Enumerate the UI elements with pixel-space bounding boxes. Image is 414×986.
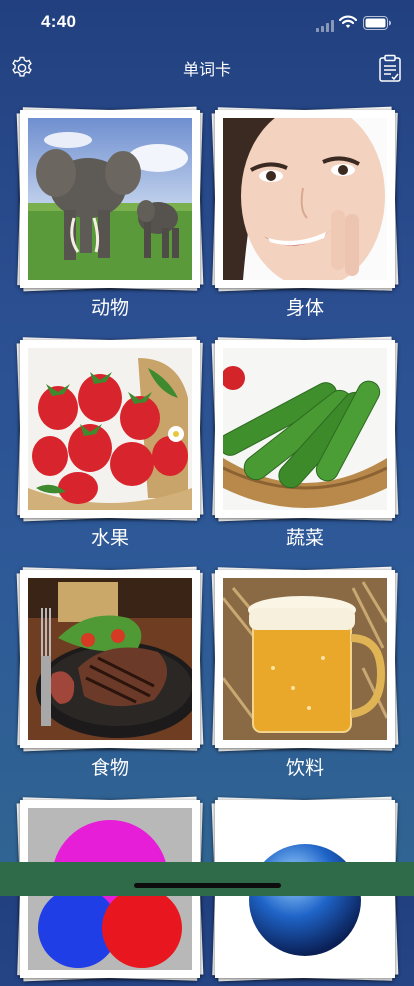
category-card-body[interactable]: 身体	[211, 106, 399, 320]
wifi-icon	[338, 14, 358, 33]
card-stack	[16, 336, 204, 522]
cellular-signal-icon	[316, 17, 334, 36]
status-bar: 4:40	[0, 0, 414, 47]
beer-mug-photo	[223, 578, 387, 740]
home-indicator[interactable]	[134, 883, 281, 888]
battery-icon	[363, 15, 391, 34]
card-stack	[211, 566, 399, 752]
clipboard-icon[interactable]	[378, 54, 402, 82]
status-time: 4:40	[41, 12, 77, 31]
category-label: 蔬菜	[285, 527, 324, 549]
card-stack	[211, 106, 399, 292]
steak-photo	[28, 578, 192, 740]
category-label: 动物	[90, 297, 129, 319]
category-label: 饮料	[285, 757, 324, 779]
strawberries-photo	[28, 348, 192, 510]
cucumbers-photo	[223, 348, 387, 510]
category-card-food[interactable]: 食物	[16, 566, 204, 780]
card-stack	[16, 106, 204, 292]
category-card-animals[interactable]: 动物	[16, 106, 204, 320]
card-stack	[16, 566, 204, 752]
category-label: 食物	[90, 757, 129, 779]
category-card-fruit[interactable]: 水果	[16, 336, 204, 550]
page-title: 单词卡	[182, 60, 231, 79]
category-card-vegetables[interactable]: 蔬菜	[211, 336, 399, 550]
nav-bar: 单词卡	[0, 47, 414, 89]
card-stack	[211, 336, 399, 522]
category-label: 水果	[90, 527, 129, 549]
woman-face-photo	[223, 118, 387, 280]
elephant-photo	[28, 118, 192, 280]
bottom-bar	[0, 862, 414, 896]
category-label: 身体	[285, 297, 324, 319]
category-card-drinks[interactable]: 饮料	[211, 566, 399, 780]
